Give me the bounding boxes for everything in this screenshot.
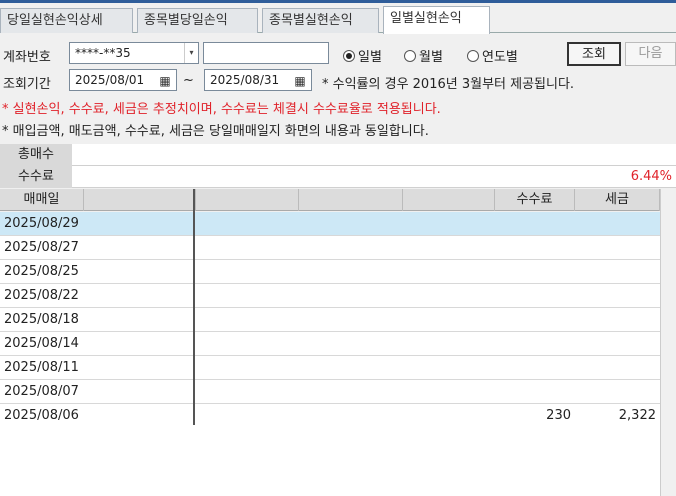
table-header: 매매일 수수료 세금 [0, 189, 660, 211]
account-number: ****-**35 [75, 46, 131, 60]
vertical-scrollbar[interactable] [660, 189, 676, 496]
col-realized-pnl[interactable] [299, 189, 403, 211]
table-row[interactable]: 2025/08/14 [0, 332, 660, 356]
table-row[interactable]: 2025/08/29 [0, 212, 660, 236]
col-tax[interactable]: 세금 [575, 189, 660, 211]
col-sell-amount[interactable] [196, 189, 299, 211]
summary-row-buy: 총매수 [0, 144, 676, 166]
trade-date-cell: 2025/08/14 [4, 336, 79, 351]
col-buy-amount[interactable] [84, 189, 196, 211]
estimate-note: * 실현손익, 수수료, 세금은 추정치이며, 수수료는 체결시 수수료율로 적… [2, 102, 441, 117]
trade-date-cell: 2025/08/25 [4, 264, 79, 279]
col-fee[interactable]: 수수료 [495, 189, 575, 211]
table-empty-area [0, 425, 660, 496]
table-row[interactable]: 2025/08/27 [0, 236, 660, 260]
radio-label: 연도별 [482, 50, 518, 65]
trade-journal-note: * 매입금액, 매도금액, 수수료, 세금은 당일매매일지 화면의 내용과 동일… [2, 124, 429, 139]
radio-circle[interactable] [404, 49, 416, 62]
col-yield[interactable] [403, 189, 495, 211]
date-to-value: 2025/08/31 [210, 73, 280, 87]
tab-stock-realized-pnl[interactable]: 종목별실현손익 [262, 8, 379, 33]
table-row[interactable]: 2025/08/18 [0, 308, 660, 332]
table-row[interactable]: 2025/08/25 [0, 260, 660, 284]
yield-note: * 수익률의 경우 2016년 3월부터 제공됩니다. [322, 77, 575, 92]
trade-date-cell: 2025/08/27 [4, 240, 79, 255]
calendar-icon[interactable]: ▦ [290, 71, 310, 91]
tab-bar: 당일실현손익상세 종목별당일손익 종목별실현손익 일별실현손익 [0, 0, 676, 34]
summary-row-fee: 수수료 6.44% [0, 166, 676, 188]
column-divider [193, 189, 195, 425]
table-row[interactable]: 2025/08/11 [0, 356, 660, 380]
chevron-down-icon[interactable]: ▾ [184, 43, 198, 63]
tab-daily-realized-detail[interactable]: 당일실현손익상세 [0, 8, 133, 33]
query-button[interactable]: 조회 [567, 42, 621, 66]
table-row[interactable]: 2025/08/07 [0, 380, 660, 404]
radio-circle[interactable] [467, 49, 479, 62]
period-radio-daily[interactable]: 일별 [343, 46, 382, 65]
trade-date-cell: 2025/08/22 [4, 288, 79, 303]
account-select[interactable]: ****-**35 ▾ [69, 42, 199, 64]
total-buy-label: 총매수 [0, 144, 72, 166]
period-radio-monthly[interactable]: 월별 [404, 46, 443, 65]
date-from-value: 2025/08/01 [75, 73, 145, 87]
account-name-field[interactable] [203, 42, 329, 64]
date-from-field[interactable]: 2025/08/01 ▦ [69, 69, 177, 91]
date-to-field[interactable]: 2025/08/31 ▦ [204, 69, 312, 91]
period-radio-yearly[interactable]: 연도별 [467, 46, 518, 65]
tab-daily-realized-pnl[interactable]: 일별실현손익 [383, 6, 490, 34]
radio-label: 일별 [358, 50, 382, 65]
account-label: 계좌번호 [3, 50, 51, 65]
calendar-icon[interactable]: ▦ [155, 71, 175, 91]
trade-date-cell: 2025/08/11 [4, 360, 79, 375]
trade-date-cell: 2025/08/29 [4, 216, 79, 231]
tab-stock-daily-pnl[interactable]: 종목별당일손익 [137, 8, 258, 33]
radio-circle[interactable] [343, 49, 355, 62]
table-row[interactable]: 2025/08/22 [0, 284, 660, 308]
trade-date-cell: 2025/08/18 [4, 312, 79, 327]
period-label: 조회기간 [3, 77, 51, 92]
title-accent-bar [0, 0, 676, 3]
trade-date-cell: 2025/08/07 [4, 384, 79, 399]
return-rate-value: 6.44% [630, 169, 672, 184]
period-tilde: ~ [183, 73, 194, 88]
col-trade-date[interactable]: 매매일 [0, 189, 84, 211]
fee-label: 수수료 [0, 166, 72, 188]
next-button[interactable]: 다음 [625, 42, 676, 66]
radio-label: 월별 [419, 50, 443, 65]
